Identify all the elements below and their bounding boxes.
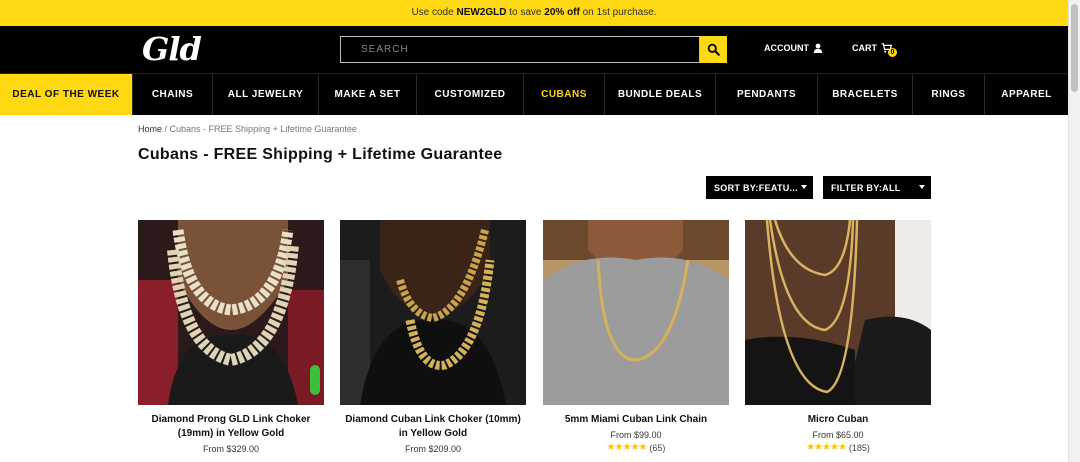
promo-text-post: on 1st purchase.: [579, 7, 657, 18]
nav-item-pendants[interactable]: PENDANTS: [716, 74, 818, 115]
product-image[interactable]: [138, 220, 324, 405]
product-card[interactable]: 5mm Miami Cuban Link Chain From $99.00 ★…: [543, 220, 729, 453]
product-card[interactable]: Diamond Prong GLD Link Choker (19mm) in …: [138, 220, 324, 454]
site-logo[interactable]: Gld: [142, 31, 202, 67]
filter-caret-icon: [919, 185, 925, 189]
page-title: Cubans - FREE Shipping + Lifetime Guaran…: [138, 146, 503, 163]
product-price: From $209.00: [404, 444, 462, 454]
cart-link[interactable]: CART 0: [852, 43, 897, 57]
scrollbar-thumb[interactable]: [1071, 4, 1078, 92]
product-image[interactable]: [340, 220, 526, 405]
nav-item-all-jewelry[interactable]: ALL JEWELRY: [213, 74, 319, 115]
product-price: From $329.00: [202, 444, 260, 454]
product-name[interactable]: 5mm Miami Cuban Link Chain: [543, 413, 729, 427]
sort-label: SORT BY:FEATU...: [714, 182, 798, 193]
search-button[interactable]: [700, 36, 727, 63]
breadcrumb: Home / Cubans - FREE Shipping + Lifetime…: [138, 124, 357, 134]
page-scrollbar[interactable]: [1068, 0, 1080, 462]
nav-item-apparel[interactable]: APPAREL: [985, 74, 1068, 115]
promo-text-pre: Use code: [411, 7, 457, 18]
site-header: Gld ACCOUNT CART 0: [0, 26, 1068, 73]
nav-item-customized[interactable]: CUSTOMIZED: [417, 74, 524, 115]
review-count[interactable]: (185): [849, 443, 870, 453]
promo-code: NEW2GLD: [456, 7, 507, 18]
nav-item-chains[interactable]: CHAINS: [133, 74, 213, 115]
sort-dropdown[interactable]: SORT BY:FEATU...: [706, 176, 813, 199]
product-price: From $65.00: [812, 430, 864, 440]
promo-text-mid: to save: [506, 7, 545, 18]
nav-item-make-a-set[interactable]: MAKE A SET: [319, 74, 417, 115]
nav-item-deal-of-the-week[interactable]: DEAL OF THE WEEK: [0, 74, 133, 115]
star-rating-icon: ★★★★★: [806, 442, 847, 453]
product-name[interactable]: Diamond Cuban Link Choker (10mm) in Yell…: [340, 413, 526, 441]
account-link[interactable]: ACCOUNT: [764, 43, 823, 53]
product-name[interactable]: Diamond Prong GLD Link Choker (19mm) in …: [138, 413, 324, 441]
breadcrumb-separator: /: [162, 124, 170, 134]
nav-item-bracelets[interactable]: BRACELETS: [818, 74, 913, 115]
product-rating: ★★★★★ (65): [543, 442, 729, 453]
product-image[interactable]: [745, 220, 931, 405]
cart-count-badge: 0: [888, 48, 897, 57]
product-image[interactable]: [543, 220, 729, 405]
user-icon: [813, 43, 823, 53]
product-card[interactable]: Micro Cuban From $65.00 ★★★★★ (185): [745, 220, 931, 453]
review-count[interactable]: (65): [649, 443, 665, 453]
product-name[interactable]: Micro Cuban: [745, 413, 931, 427]
nav-item-bundle-deals[interactable]: BUNDLE DEALS: [605, 74, 716, 115]
nav-item-cubans[interactable]: CUBANS: [524, 74, 605, 115]
breadcrumb-current: Cubans - FREE Shipping + Lifetime Guaran…: [169, 124, 357, 134]
product-price: From $99.00: [610, 430, 662, 440]
account-label: ACCOUNT: [764, 43, 809, 53]
search-input[interactable]: [341, 37, 699, 62]
search-box: [340, 36, 700, 63]
sort-caret-icon: [801, 185, 807, 189]
nav-item-rings[interactable]: RINGS: [913, 74, 985, 115]
promo-banner: Use code NEW2GLD to save 20% off on 1st …: [0, 0, 1068, 26]
product-rating: ★★★★★ (185): [745, 442, 931, 453]
filter-dropdown[interactable]: FILTER BY:ALL: [823, 176, 931, 199]
breadcrumb-home-link[interactable]: Home: [138, 124, 162, 134]
search-icon: [707, 43, 720, 56]
product-card[interactable]: Diamond Cuban Link Choker (10mm) in Yell…: [340, 220, 526, 454]
filter-label: FILTER BY:ALL: [831, 182, 901, 193]
promo-discount: 20% off: [544, 7, 580, 18]
main-nav: DEAL OF THE WEEK CHAINS ALL JEWELRY MAKE…: [0, 73, 1068, 115]
star-rating-icon: ★★★★★: [606, 442, 648, 453]
cart-label: CART: [852, 43, 877, 53]
